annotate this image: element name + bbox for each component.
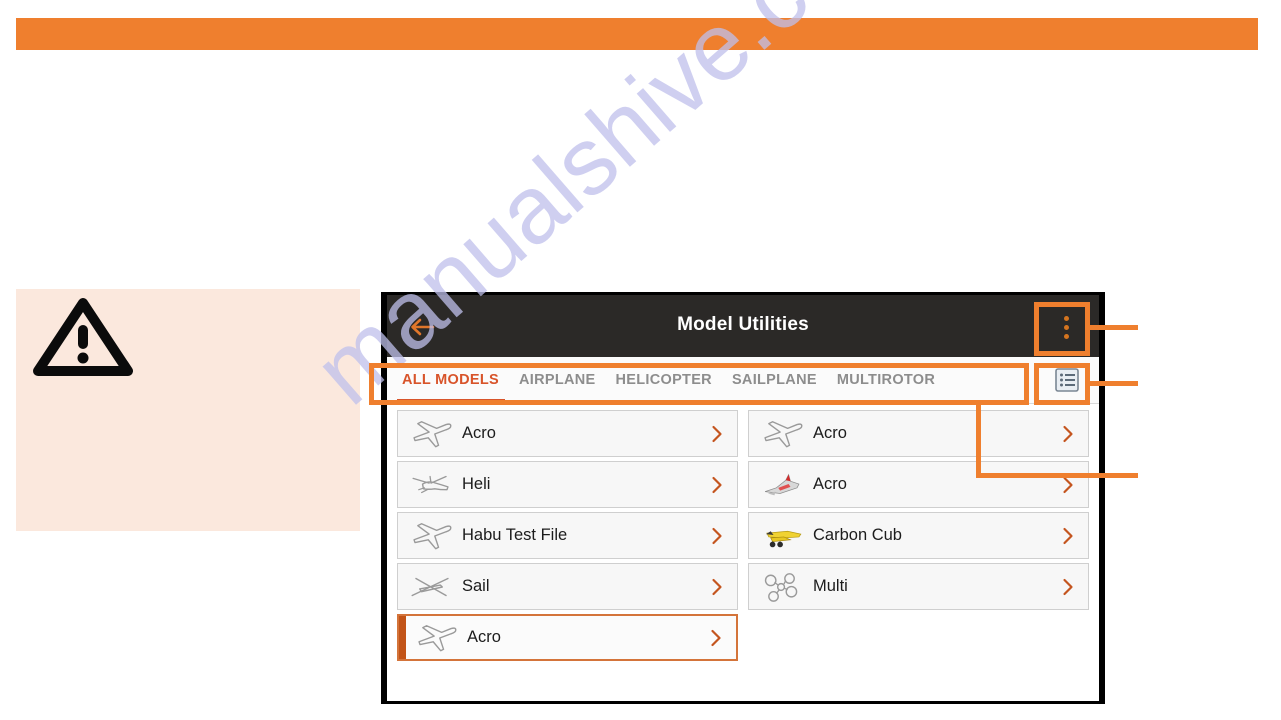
model-name: Acro [813,475,1062,494]
chevron-right-icon [1062,527,1074,545]
list-item[interactable]: Acro [748,410,1089,457]
list-item[interactable]: Acro [748,461,1089,508]
model-column-left: Acro [397,410,738,661]
helicopter-outline-icon [406,465,456,505]
airplane-outline-icon [406,516,456,556]
model-name: Sail [462,577,711,596]
model-name: Heli [462,475,711,494]
tab-helicopter[interactable]: HELICOPTER [606,357,722,403]
cub-photo-icon [757,516,807,556]
airplane-outline-icon [757,414,807,454]
model-name: Acro [462,424,711,443]
chevron-right-icon [1062,425,1074,443]
multirotor-outline-icon [757,567,807,607]
tab-multirotor[interactable]: MULTIROTOR [827,357,945,403]
model-list-area: Acro [387,404,1099,704]
jet-photo-icon [757,465,807,505]
tab-all-models[interactable]: ALL MODELS [387,357,509,403]
model-name: Multi [813,577,1062,596]
list-item-selected[interactable]: Acro [397,614,738,661]
device-screen: Model Utilities ALL MODELS AIRPLANE HELI… [387,295,1099,704]
overflow-dot [1064,334,1069,339]
tabbar-row: ALL MODELS AIRPLANE HELICOPTER SAILPLANE… [387,357,1099,404]
tab-sailplane[interactable]: SAILPLANE [722,357,827,403]
list-item[interactable]: Sail [397,563,738,610]
chevron-right-icon [1062,578,1074,596]
chevron-right-icon [711,476,723,494]
overflow-dot [1064,316,1069,321]
list-item[interactable]: Multi [748,563,1089,610]
overflow-menu-button[interactable] [1055,309,1077,345]
list-view-icon[interactable] [1049,365,1085,395]
sailplane-outline-icon [406,567,456,607]
model-name: Carbon Cub [813,526,1062,545]
chevron-right-icon [711,578,723,596]
list-item[interactable]: Carbon Cub [748,512,1089,559]
page-title: Model Utilities [387,314,1099,336]
airplane-outline-icon [411,618,461,658]
chevron-right-icon [711,425,723,443]
device-frame: Model Utilities ALL MODELS AIRPLANE HELI… [381,292,1105,704]
model-name: Habu Test File [462,526,711,545]
model-name: Acro [467,628,710,647]
list-item[interactable]: Acro [397,410,738,457]
top-orange-band [16,18,1258,50]
model-columns: Acro [397,410,1089,661]
list-item[interactable]: Habu Test File [397,512,738,559]
chevron-right-icon [710,629,722,647]
tab-airplane[interactable]: AIRPLANE [509,357,606,403]
overflow-dot [1064,325,1069,330]
model-column-right: Acro [748,410,1089,661]
chevron-right-icon [1062,476,1074,494]
chevron-right-icon [711,527,723,545]
airplane-outline-icon [406,414,456,454]
list-item[interactable]: Heli [397,461,738,508]
warning-triangle-icon [33,297,151,377]
warning-callout-box [16,289,360,531]
app-bar: Model Utilities [387,295,1099,357]
model-name: Acro [813,424,1062,443]
tab-list: ALL MODELS AIRPLANE HELICOPTER SAILPLANE… [387,357,1047,403]
